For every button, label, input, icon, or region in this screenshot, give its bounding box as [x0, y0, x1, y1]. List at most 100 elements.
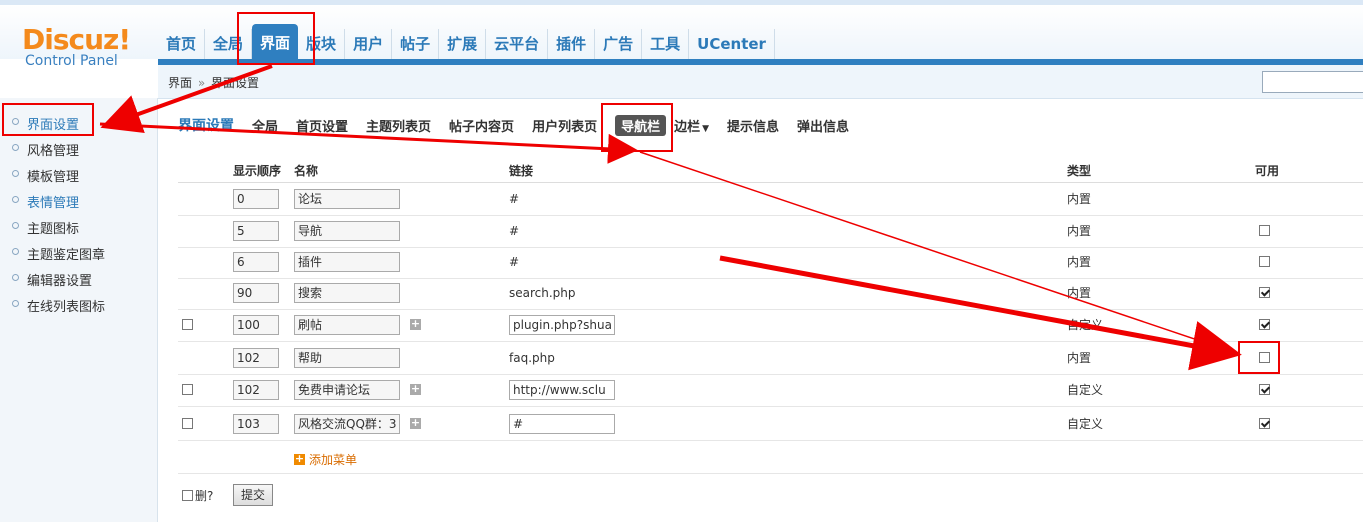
tab-global[interactable]: 全局	[252, 116, 278, 135]
tab-popups[interactable]: 弹出信息	[797, 116, 849, 135]
sidebar-item-editor[interactable]: 编辑器设置	[12, 270, 92, 289]
logo-main: Discuz!	[22, 23, 131, 56]
table-row: 103 风格交流QQ群：3 + # 自定义	[178, 407, 1363, 441]
name-input[interactable]: 免费申请论坛	[294, 379, 400, 400]
breadcrumb-parent[interactable]: 界面	[168, 76, 192, 90]
name-input[interactable]: 刷帖	[294, 314, 400, 335]
enabled-checkbox[interactable]	[1259, 287, 1270, 298]
main-nav: 首页 全局 界面 版块 用户 帖子 扩展 云平台 插件 广告 工具 UCente…	[158, 24, 775, 59]
table-row: 90 搜索 search.php 内置	[178, 276, 1363, 310]
name-input[interactable]: 导航	[294, 220, 400, 241]
bullet-icon	[12, 170, 19, 177]
nav-home[interactable]: 首页	[158, 29, 206, 59]
table-row: 0 论坛 # 内置	[178, 182, 1363, 216]
nav-forums[interactable]: 版块	[298, 29, 346, 59]
tab-sidebar[interactable]: 边栏 ▼	[674, 116, 709, 135]
link-text: #	[509, 223, 520, 238]
submit-button[interactable]: 提交	[233, 484, 273, 506]
type-text: 内置	[1067, 192, 1092, 206]
sidebar-item-online-icons[interactable]: 在线列表图标	[12, 296, 105, 315]
name-input[interactable]: 帮助	[294, 347, 400, 368]
header-name: 名称	[294, 164, 319, 178]
bullet-icon	[12, 144, 19, 151]
name-input[interactable]: 论坛	[294, 188, 400, 209]
add-menu-link[interactable]: + 添加菜单	[294, 451, 357, 468]
enabled-checkbox[interactable]	[1259, 225, 1270, 236]
nav-ads[interactable]: 广告	[595, 29, 643, 59]
enabled-checkbox[interactable]	[1259, 319, 1270, 330]
tab-member-list[interactable]: 用户列表页	[532, 116, 597, 135]
nav-interface[interactable]: 界面	[252, 24, 299, 59]
nav-threads[interactable]: 帖子	[392, 29, 440, 59]
expand-icon[interactable]: +	[410, 417, 421, 429]
tab-home-settings[interactable]: 首页设置	[296, 116, 348, 135]
name-input[interactable]: 风格交流QQ群：3	[294, 413, 400, 434]
table-row: 100 刷帖 + plugin.php?shua 自定义	[178, 308, 1363, 342]
type-text: 内置	[1067, 224, 1092, 238]
sidebar-item-label: 主题图标	[27, 222, 80, 237]
sub-nav: 界面设置 全局 首页设置 主题列表页 帖子内容页 用户列表页 导航栏 边栏 ▼ 提…	[178, 114, 867, 136]
sidebar-item-smilies[interactable]: 表情管理	[12, 192, 79, 211]
type-text: 自定义	[1067, 318, 1104, 332]
main-content: 界面设置 全局 首页设置 主题列表页 帖子内容页 用户列表页 导航栏 边栏 ▼ 提…	[158, 99, 1363, 522]
order-input[interactable]: 102	[233, 347, 279, 368]
breadcrumb-separator: »	[197, 76, 206, 90]
table-row: 6 插件 # 内置	[178, 245, 1363, 279]
link-input[interactable]: plugin.php?shua	[509, 314, 615, 335]
nav-extend[interactable]: 扩展	[439, 29, 487, 59]
enabled-checkbox[interactable]	[1259, 352, 1270, 363]
tab-navbar[interactable]: 导航栏	[615, 114, 667, 136]
table-row: 102 帮助 faq.php 内置	[178, 341, 1363, 375]
bullet-icon	[12, 222, 19, 229]
nav-tools[interactable]: 工具	[642, 29, 690, 59]
nav-plugins[interactable]: 插件	[548, 29, 596, 59]
link-input[interactable]: http://www.sclu	[509, 379, 615, 400]
sidebar-item-label: 界面设置	[27, 118, 80, 133]
sidebar-item-label: 编辑器设置	[27, 274, 93, 289]
link-input[interactable]: #	[509, 413, 615, 434]
sidebar-item-styles[interactable]: 风格管理	[12, 140, 79, 159]
nav-ucenter[interactable]: UCenter	[689, 29, 775, 59]
order-input[interactable]: 102	[233, 379, 279, 400]
nav-global[interactable]: 全局	[205, 29, 253, 59]
tab-post-content[interactable]: 帖子内容页	[449, 116, 514, 135]
order-input[interactable]: 103	[233, 413, 279, 434]
row-delete-checkbox[interactable]	[182, 418, 193, 429]
link-text: #	[509, 254, 520, 269]
order-input[interactable]: 5	[233, 220, 279, 241]
order-input[interactable]: 6	[233, 251, 279, 272]
enabled-checkbox[interactable]	[1259, 418, 1270, 429]
order-input[interactable]: 0	[233, 188, 279, 209]
delete-label: 删?	[195, 489, 214, 503]
name-input[interactable]: 搜索	[294, 282, 400, 303]
type-text: 内置	[1067, 351, 1092, 365]
order-input[interactable]: 100	[233, 314, 279, 335]
bullet-icon	[12, 274, 19, 281]
order-input[interactable]: 90	[233, 282, 279, 303]
expand-icon[interactable]: +	[410, 383, 421, 395]
breadcrumb-current: 界面设置	[211, 76, 260, 90]
sidebar-item-label: 表情管理	[27, 196, 80, 211]
sidebar-item-templates[interactable]: 模板管理	[12, 166, 79, 185]
sidebar-item-interface-settings[interactable]: 界面设置	[12, 114, 79, 133]
header-link: 链接	[509, 164, 534, 178]
nav-cloud[interactable]: 云平台	[486, 29, 549, 59]
sidebar: 界面设置 风格管理 模板管理 表情管理 主题图标 主题鉴定图章 编辑器设置 在线…	[0, 98, 158, 522]
sidebar-item-stamps[interactable]: 主题鉴定图章	[12, 244, 105, 263]
tab-thread-list[interactable]: 主题列表页	[366, 116, 431, 135]
sidebar-item-thread-icons[interactable]: 主题图标	[12, 218, 79, 237]
link-text: search.php	[509, 285, 576, 300]
name-input[interactable]: 插件	[294, 251, 400, 272]
row-delete-checkbox[interactable]	[182, 319, 193, 330]
search-input[interactable]	[1262, 71, 1363, 93]
nav-users[interactable]: 用户	[345, 29, 393, 59]
delete-all[interactable]: 删?	[182, 487, 213, 504]
bullet-icon	[12, 300, 19, 307]
tab-messages[interactable]: 提示信息	[727, 116, 779, 135]
type-text: 自定义	[1067, 383, 1104, 397]
enabled-checkbox[interactable]	[1259, 256, 1270, 267]
enabled-checkbox[interactable]	[1259, 384, 1270, 395]
row-delete-checkbox[interactable]	[182, 384, 193, 395]
delete-all-checkbox[interactable]	[182, 490, 193, 501]
expand-icon[interactable]: +	[410, 318, 421, 330]
